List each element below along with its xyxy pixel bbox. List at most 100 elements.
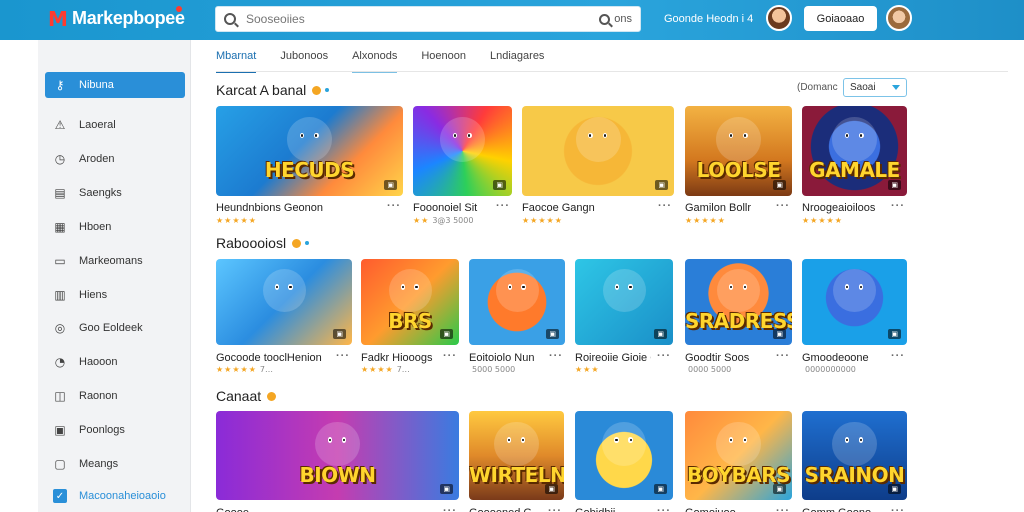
game-thumbnail[interactable]: BRS ▣ — [361, 259, 459, 345]
game-thumbnail[interactable]: ▣ — [216, 259, 352, 345]
game-title[interactable]: Goooened G — [469, 507, 542, 512]
more-options-icon[interactable]: ··· — [496, 200, 510, 212]
game-card[interactable]: BIOWN ▣ Goooe ... ··· — [216, 411, 459, 512]
game-title[interactable]: Goodtir Soos — [685, 352, 770, 364]
sidebar-item[interactable]: ▢ Meangs — [45, 451, 185, 477]
game-title[interactable]: Faocoe Gangn — [522, 202, 652, 214]
more-options-icon[interactable]: ··· — [336, 350, 350, 362]
game-thumbnail[interactable]: BIOWN ▣ — [216, 411, 459, 500]
character-eye — [743, 132, 748, 138]
more-options-icon[interactable]: ··· — [443, 505, 457, 512]
tab[interactable]: Jubonoos — [280, 44, 328, 72]
more-options-icon[interactable]: ··· — [657, 505, 671, 512]
sidebar-item[interactable]: ▤ Saengks — [45, 180, 185, 206]
more-options-icon[interactable]: ··· — [776, 505, 790, 512]
game-thumbnail[interactable]: LOOLSE ▣ — [685, 106, 792, 196]
sidebar: ⚷ Nibuna ⚠ Laoeral ◷ Aroden ▤ Saengks ▦ Hboen ▭ Mar… — [38, 40, 191, 512]
sidebar-item[interactable]: ◎ Goo Eoldeek — [45, 315, 185, 341]
sidebar-item[interactable]: ▥ Hiens — [45, 282, 185, 308]
tab[interactable]: Hoenoon — [421, 44, 466, 72]
more-options-icon[interactable]: ··· — [657, 350, 671, 362]
sidebar-item[interactable]: ◷ Aroden — [45, 146, 185, 172]
sidebar-item[interactable]: ✓ Macoonaheioaoio — [45, 483, 185, 509]
game-card[interactable]: BOYBARS▣ Gomoiuoo... ··· — [685, 411, 792, 512]
more-options-icon[interactable]: ··· — [548, 505, 562, 512]
profile-avatar[interactable] — [886, 5, 912, 31]
game-title[interactable]: Fooonoiel Sit — [413, 202, 490, 214]
sidebar-item[interactable]: ⚷ Nibuna — [45, 72, 185, 98]
game-card[interactable]: ▣ Gmoodeoone ··· 0000000000 — [802, 259, 907, 377]
game-thumbnail[interactable]: HECUDS ▣ — [216, 106, 403, 196]
more-options-icon[interactable]: ··· — [776, 200, 790, 212]
game-card[interactable]: ▣ Eoitoiolo Nun ··· 5000 5000 — [469, 259, 565, 377]
more-options-icon[interactable]: ··· — [443, 350, 457, 362]
star-icon: ★★★★★ — [685, 216, 726, 225]
game-thumbnail[interactable]: ▣ — [575, 259, 673, 345]
search-submit[interactable]: ons — [599, 13, 632, 25]
game-card[interactable]: SRAINON▣ Gomm Goono ··· — [802, 411, 907, 512]
game-thumbnail[interactable]: ▣ — [575, 411, 673, 500]
more-options-icon[interactable]: ··· — [891, 505, 905, 512]
game-title[interactable]: Goooe ... — [216, 507, 437, 512]
tab[interactable]: Mbarnat — [216, 44, 257, 73]
game-card[interactable]: ▣ Gocoode tooclHenion ··· ★★★★★ 7… — [216, 259, 352, 377]
game-title[interactable]: Gmoodeoone — [802, 352, 885, 364]
sidebar-item[interactable]: ◔ Haooon — [45, 349, 185, 375]
more-options-icon[interactable]: ··· — [776, 350, 790, 362]
game-card[interactable]: WIRTELN▣ Goooened G ··· — [469, 411, 564, 512]
game-title[interactable]: Eoitoiolo Nun — [469, 352, 543, 364]
game-title[interactable]: Gocoode tooclHenion — [216, 352, 330, 364]
sort-dropdown[interactable]: Saoai — [843, 78, 907, 97]
game-title[interactable]: Nroogeaioiloos — [802, 202, 885, 214]
sidebar-item-label: Goo Eoldeek — [79, 322, 143, 334]
game-logo-text: SRAINON — [804, 462, 905, 487]
game-thumbnail[interactable]: BOYBARS ▣ — [685, 411, 792, 500]
game-thumbnail[interactable]: ▣ — [413, 106, 512, 196]
game-title[interactable]: Gomoiuoo... — [685, 507, 770, 512]
game-title[interactable]: Gobidhii — [575, 507, 651, 512]
game-card[interactable]: ▣ Faocoe Gangn ··· ★★★★★ — [522, 106, 674, 228]
tab[interactable]: Lndiagares — [490, 44, 544, 72]
rating-meta: 7… — [396, 365, 410, 374]
app-logo[interactable]: M Markepbopee — [48, 6, 185, 29]
game-card[interactable]: GAMALE ▣ Nroogeaioiloos ··· ★★★★★ — [802, 106, 907, 228]
badge-icon: ▣ — [773, 180, 786, 190]
game-thumbnail[interactable]: WIRTELN ▣ — [469, 411, 564, 500]
sidebar-item[interactable]: ⚠ Laoeral — [45, 112, 185, 138]
game-card[interactable]: ▣ Gobidhii ··· — [575, 411, 673, 512]
more-options-icon[interactable]: ··· — [387, 200, 401, 212]
game-thumbnail[interactable]: ▣ — [469, 259, 565, 345]
more-options-icon[interactable]: ··· — [891, 200, 905, 212]
game-title[interactable]: Roireoiie Gioie Ch — [575, 352, 651, 364]
sidebar-item[interactable]: ▣ Poonlogs — [45, 417, 185, 443]
star-icon: ★★★★★ — [216, 365, 257, 374]
more-options-icon[interactable]: ··· — [549, 350, 563, 362]
sidebar-item[interactable]: ▦ Hboen — [45, 214, 185, 240]
game-title[interactable]: Gamilon Bollr — [685, 202, 770, 214]
game-card[interactable]: SRADRESS ▣ Goodtir Soos ··· 0000 5000 — [685, 259, 792, 377]
badge-icon: ▣ — [655, 180, 668, 190]
game-thumbnail[interactable]: SRAINON ▣ — [802, 411, 907, 500]
tab[interactable]: Alxonods — [352, 44, 398, 73]
section-title: Canaat — [216, 388, 277, 404]
game-thumbnail[interactable]: ▣ — [522, 106, 674, 196]
game-thumbnail[interactable]: ▣ — [802, 259, 907, 345]
header-action-button[interactable]: Goiaoaao — [804, 6, 877, 31]
more-options-icon[interactable]: ··· — [891, 350, 905, 362]
game-card[interactable]: LOOLSE ▣ Gamilon Bollr ··· ★★★★★ — [685, 106, 792, 228]
game-title[interactable]: Fadkr Hiooogs — [361, 352, 437, 364]
sidebar-item[interactable]: ▭ Markeomans — [45, 248, 185, 274]
game-card[interactable]: HECUDS ▣ Heundnbions Geonon ··· ★★★★★ — [216, 106, 403, 228]
search-input[interactable] — [246, 12, 600, 26]
game-title[interactable]: Gomm Goono — [802, 507, 885, 512]
avatar[interactable] — [766, 5, 792, 31]
game-card[interactable]: BRS ▣ Fadkr Hiooogs ··· ★★★★ 7… — [361, 259, 459, 377]
game-thumbnail[interactable]: GAMALE ▣ — [802, 106, 907, 196]
sidebar-item[interactable]: ◫ Raonon — [45, 383, 185, 409]
more-options-icon[interactable]: ··· — [658, 200, 672, 212]
game-title[interactable]: Heundnbions Geonon — [216, 202, 381, 214]
game-thumbnail[interactable]: SRADRESS ▣ — [685, 259, 792, 345]
game-card[interactable]: ▣ Fooonoiel Sit ··· ★★ 3@3 5000 — [413, 106, 512, 228]
search-bar[interactable]: ons — [215, 6, 641, 32]
game-card[interactable]: ▣ Roireoiie Gioie Ch ··· ★★★ — [575, 259, 673, 377]
